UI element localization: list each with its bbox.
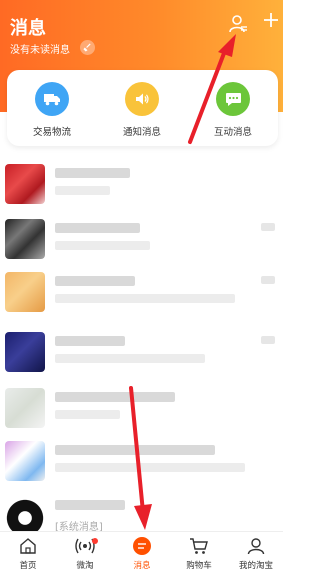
conversation-title: [55, 223, 140, 233]
avatar: [5, 332, 45, 372]
conversation-title: [55, 276, 135, 286]
tab-label: 消息: [133, 561, 151, 571]
chat-bubble-icon: [216, 82, 250, 116]
conversation-title: [55, 392, 175, 402]
list-item[interactable]: [0, 215, 283, 271]
list-item[interactable]: [0, 268, 283, 324]
tab-label: 我的淘宝: [238, 561, 273, 571]
conversation-preview: [55, 463, 245, 472]
truck-icon: [35, 82, 69, 116]
conversation-preview: [55, 410, 120, 419]
cart-icon: [190, 538, 208, 554]
conversation-time: [261, 336, 275, 344]
list-item[interactable]: [0, 328, 283, 384]
list-item[interactable]: [0, 437, 283, 493]
conversation-title: [55, 336, 125, 346]
speaker-icon: [125, 82, 159, 116]
home-icon: [20, 538, 36, 554]
category-label: 互动消息: [213, 127, 252, 138]
unread-status: 没有未读消息: [10, 45, 70, 56]
clear-unread-button[interactable]: [80, 40, 95, 55]
avatar: [5, 388, 45, 428]
tab-home[interactable]: 首页: [0, 536, 56, 571]
category-label: 交易物流: [32, 127, 71, 138]
category-trade-logistics[interactable]: 交易物流: [17, 82, 87, 138]
conversation-time: [261, 276, 275, 284]
plus-icon: [264, 13, 278, 27]
broom-icon: [83, 43, 91, 52]
bottom-tab-bar: 首页 微淘 消息 购物车 我的淘宝: [0, 531, 283, 573]
conversation-title: [55, 500, 125, 510]
add-button[interactable]: [260, 11, 282, 33]
conversation-preview: [55, 241, 150, 250]
category-label: 通知消息: [122, 127, 161, 138]
avatar: [5, 496, 45, 536]
category-notifications[interactable]: 通知消息: [107, 82, 177, 138]
avatar: [5, 272, 45, 312]
tab-label: 购物车: [186, 561, 212, 571]
page-title: 消息: [10, 18, 46, 39]
list-item[interactable]: [0, 160, 283, 216]
tab-cart[interactable]: 购物车: [171, 536, 227, 571]
contacts-button[interactable]: [228, 14, 248, 34]
message-category-card: 交易物流 通知消息 互动消息: [7, 70, 278, 146]
conversation-time: [261, 223, 275, 231]
avatar: [5, 164, 45, 204]
notification-dot: [92, 538, 98, 544]
tab-label: 首页: [19, 561, 37, 571]
conversation-title: [55, 445, 215, 455]
tab-messages[interactable]: 消息: [114, 536, 170, 571]
conversation-preview: [55, 354, 205, 363]
user-icon: [247, 538, 265, 555]
conversation-title: [55, 168, 130, 178]
conversation-preview: [55, 186, 110, 195]
avatar: [5, 219, 45, 259]
tab-label: 微淘: [76, 561, 94, 571]
conversation-preview: [55, 294, 235, 303]
avatar: [5, 441, 45, 481]
tab-weitao[interactable]: 微淘: [57, 536, 113, 571]
list-item[interactable]: [0, 384, 283, 440]
message-icon: [133, 537, 151, 555]
category-interactions[interactable]: 互动消息: [198, 82, 268, 138]
contacts-icon: [229, 15, 247, 33]
tab-my-taobao[interactable]: 我的淘宝: [228, 536, 284, 571]
